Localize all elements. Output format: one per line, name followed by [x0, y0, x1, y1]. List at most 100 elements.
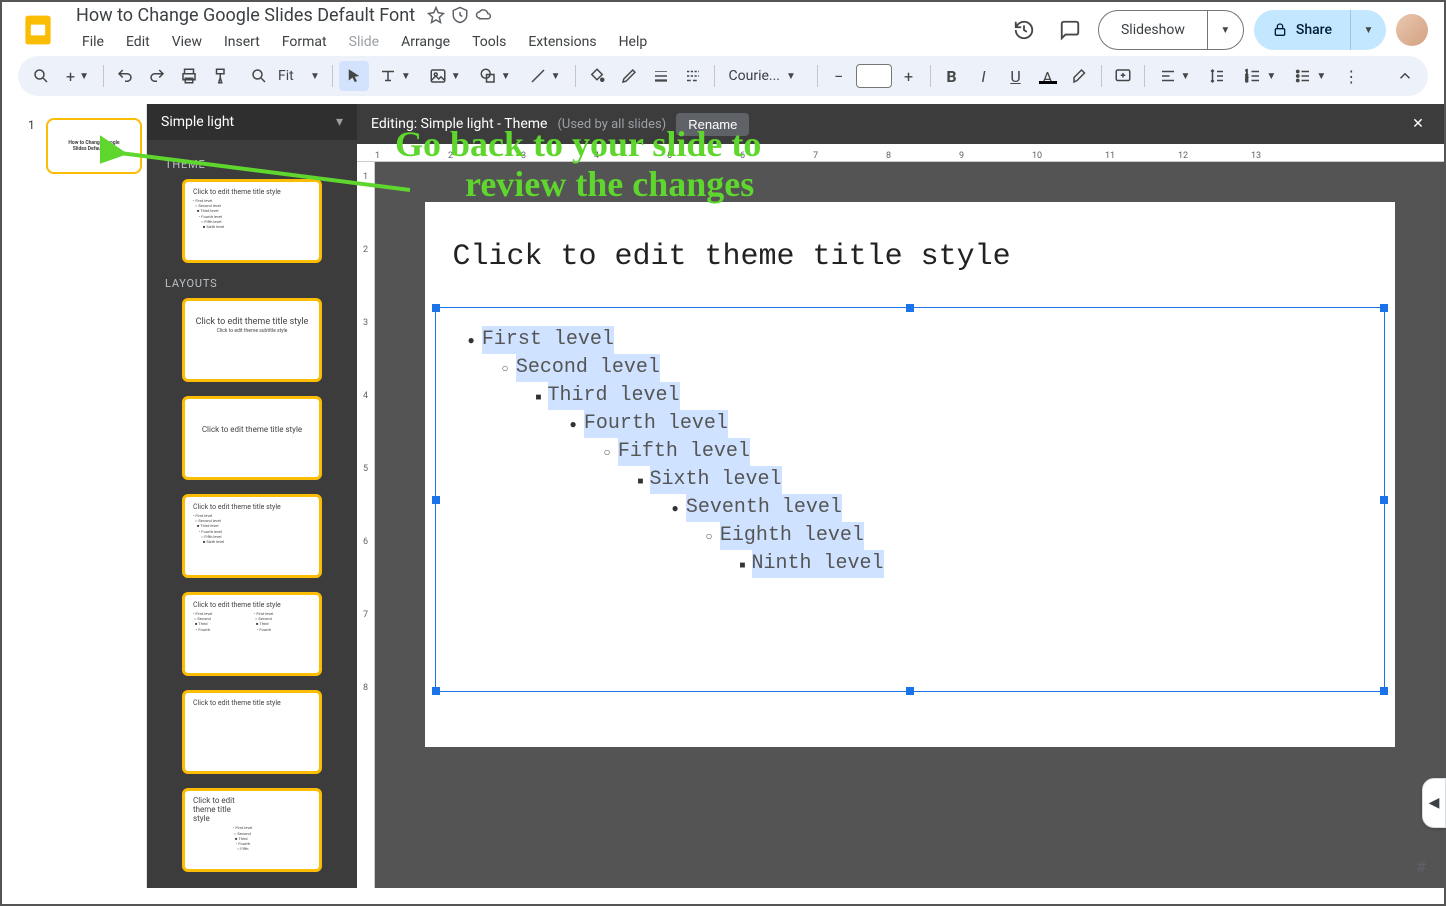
slides-logo[interactable]	[18, 10, 58, 50]
image-tool[interactable]: ▼	[421, 61, 469, 91]
menu-extensions[interactable]: Extensions	[518, 30, 606, 54]
theme-name: Simple light	[161, 114, 234, 130]
layout-thumb[interactable]: Click to edit theme title style • First …	[182, 592, 322, 676]
line-spacing-icon[interactable]	[1200, 61, 1234, 91]
level-text[interactable]: Sixth level	[650, 466, 782, 494]
align-icon[interactable]: ▼	[1151, 61, 1199, 91]
editor-panel: Editing: Simple light - Theme (Used by a…	[357, 104, 1444, 888]
document-title[interactable]: How to Change Google Slides Default Font	[70, 3, 421, 28]
more-tools-icon[interactable]: ⋮	[1336, 61, 1366, 91]
layout-thumb[interactable]: Click to edit theme title style	[182, 396, 322, 480]
underline-icon[interactable]: U	[1001, 61, 1031, 91]
share-label: Share	[1296, 22, 1332, 38]
vertical-ruler[interactable]: 12345678	[357, 162, 375, 888]
resize-handle[interactable]	[906, 687, 914, 695]
layout-thumb[interactable]: Click to edittheme titlestyle • First le…	[182, 788, 322, 872]
print-icon[interactable]	[174, 61, 204, 91]
search-icon[interactable]	[26, 61, 56, 91]
slideshow-button[interactable]: Slideshow	[1099, 14, 1207, 46]
level-text[interactable]: Ninth level	[752, 550, 884, 578]
level-text[interactable]: Eighth level	[720, 522, 864, 550]
theme-master-thumb[interactable]: Click to edit theme title style • First …	[182, 179, 322, 263]
editing-theme-name: Simple light - Theme	[421, 116, 548, 132]
resize-handle[interactable]	[906, 304, 914, 312]
menu-file[interactable]: File	[72, 30, 114, 54]
theme-menu-icon[interactable]: ▾	[336, 114, 343, 130]
layout-thumb[interactable]: Click to edit theme title style • First …	[182, 494, 322, 578]
thumb-text: Slides Default Font	[52, 146, 136, 152]
title-placeholder[interactable]: Click to edit theme title style	[453, 240, 1367, 274]
cloud-icon[interactable]	[475, 6, 493, 24]
fill-color-icon[interactable]	[582, 61, 612, 91]
paint-format-icon[interactable]	[206, 61, 236, 91]
font-size-input[interactable]	[856, 64, 892, 88]
border-dash-icon[interactable]	[678, 61, 708, 91]
zoom-dropdown[interactable]: ▼	[310, 71, 320, 82]
menu-insert[interactable]: Insert	[214, 30, 270, 54]
text-color-icon[interactable]: A	[1033, 61, 1063, 91]
resize-handle[interactable]	[1380, 304, 1388, 312]
select-tool[interactable]	[339, 61, 369, 91]
undo-icon[interactable]	[110, 61, 140, 91]
resize-handle[interactable]	[1380, 687, 1388, 695]
share-button[interactable]: Share	[1254, 14, 1350, 46]
bold-icon[interactable]: B	[937, 61, 967, 91]
toolbar: +▼ Fit ▼ ▼ ▼ ▼ ▼ Courie... ▼ − + B I U A…	[18, 56, 1428, 96]
resize-handle[interactable]	[432, 304, 440, 312]
level-text[interactable]: Second level	[516, 354, 660, 382]
line-tool[interactable]: ▼	[521, 61, 569, 91]
menu-edit[interactable]: Edit	[116, 30, 160, 54]
border-color-icon[interactable]	[614, 61, 644, 91]
menu-help[interactable]: Help	[609, 30, 658, 54]
horizontal-ruler[interactable]: 12345678910111213	[357, 144, 1444, 162]
resize-handle[interactable]	[1380, 496, 1388, 504]
resize-handle[interactable]	[432, 496, 440, 504]
menu-view[interactable]: View	[162, 30, 212, 54]
layout-thumb[interactable]: Click to edit theme title style Click to…	[182, 298, 322, 382]
close-icon[interactable]: ✕	[1406, 112, 1430, 136]
rename-button[interactable]: Rename	[676, 113, 749, 136]
bulleted-list-icon[interactable]: ▼	[1286, 61, 1334, 91]
side-panel-toggle[interactable]: ◀	[1422, 778, 1446, 828]
resize-handle[interactable]	[432, 687, 440, 695]
highlight-icon[interactable]	[1065, 61, 1095, 91]
insert-comment-icon[interactable]	[1108, 61, 1138, 91]
redo-icon[interactable]	[142, 61, 172, 91]
font-name: Courie...	[729, 68, 780, 84]
layout-thumb[interactable]: Click to edit theme title style	[182, 690, 322, 774]
slide-number: 1	[28, 118, 35, 132]
italic-icon[interactable]: I	[969, 61, 999, 91]
level-text[interactable]: Seventh level	[686, 494, 842, 522]
level-text[interactable]: Third level	[548, 382, 680, 410]
menu-arrange[interactable]: Arrange	[391, 30, 460, 54]
share-dropdown[interactable]: ▼	[1350, 10, 1386, 50]
menu-format[interactable]: Format	[272, 30, 337, 54]
font-family-dropdown[interactable]: Courie... ▼	[721, 68, 811, 84]
zoom-level[interactable]: Fit	[278, 68, 306, 84]
star-icon[interactable]	[427, 6, 445, 24]
slide-canvas[interactable]: Click to edit theme title style First le…	[425, 202, 1395, 747]
collapse-toolbar-icon[interactable]	[1390, 61, 1420, 91]
body-placeholder[interactable]: First level Second level Third level Fou…	[435, 307, 1385, 692]
editing-label: Editing:	[371, 116, 417, 132]
new-slide-button[interactable]: +▼	[58, 61, 97, 91]
font-size-increase[interactable]: +	[894, 61, 924, 91]
slide-number-indicator[interactable]: #	[1416, 857, 1426, 876]
shape-tool[interactable]: ▼	[471, 61, 519, 91]
menu-tools[interactable]: Tools	[462, 30, 516, 54]
menu-bar: File Edit View Insert Format Slide Arran…	[70, 28, 994, 58]
slideshow-dropdown[interactable]: ▼	[1207, 11, 1243, 49]
level-text[interactable]: First level	[482, 326, 614, 354]
zoom-icon[interactable]	[244, 61, 274, 91]
history-icon[interactable]	[1006, 12, 1042, 48]
comment-icon[interactable]	[1052, 12, 1088, 48]
account-avatar[interactable]	[1396, 14, 1428, 46]
level-text[interactable]: Fourth level	[584, 410, 728, 438]
border-weight-icon[interactable]	[646, 61, 676, 91]
level-text[interactable]: Fifth level	[618, 438, 750, 466]
move-icon[interactable]	[451, 6, 469, 24]
textbox-tool[interactable]: ▼	[371, 61, 419, 91]
font-size-decrease[interactable]: −	[824, 61, 854, 91]
numbered-list-icon[interactable]: 123▼	[1236, 61, 1284, 91]
slide-thumbnail-1[interactable]: How to Change Google Slides Default Font	[46, 118, 142, 174]
